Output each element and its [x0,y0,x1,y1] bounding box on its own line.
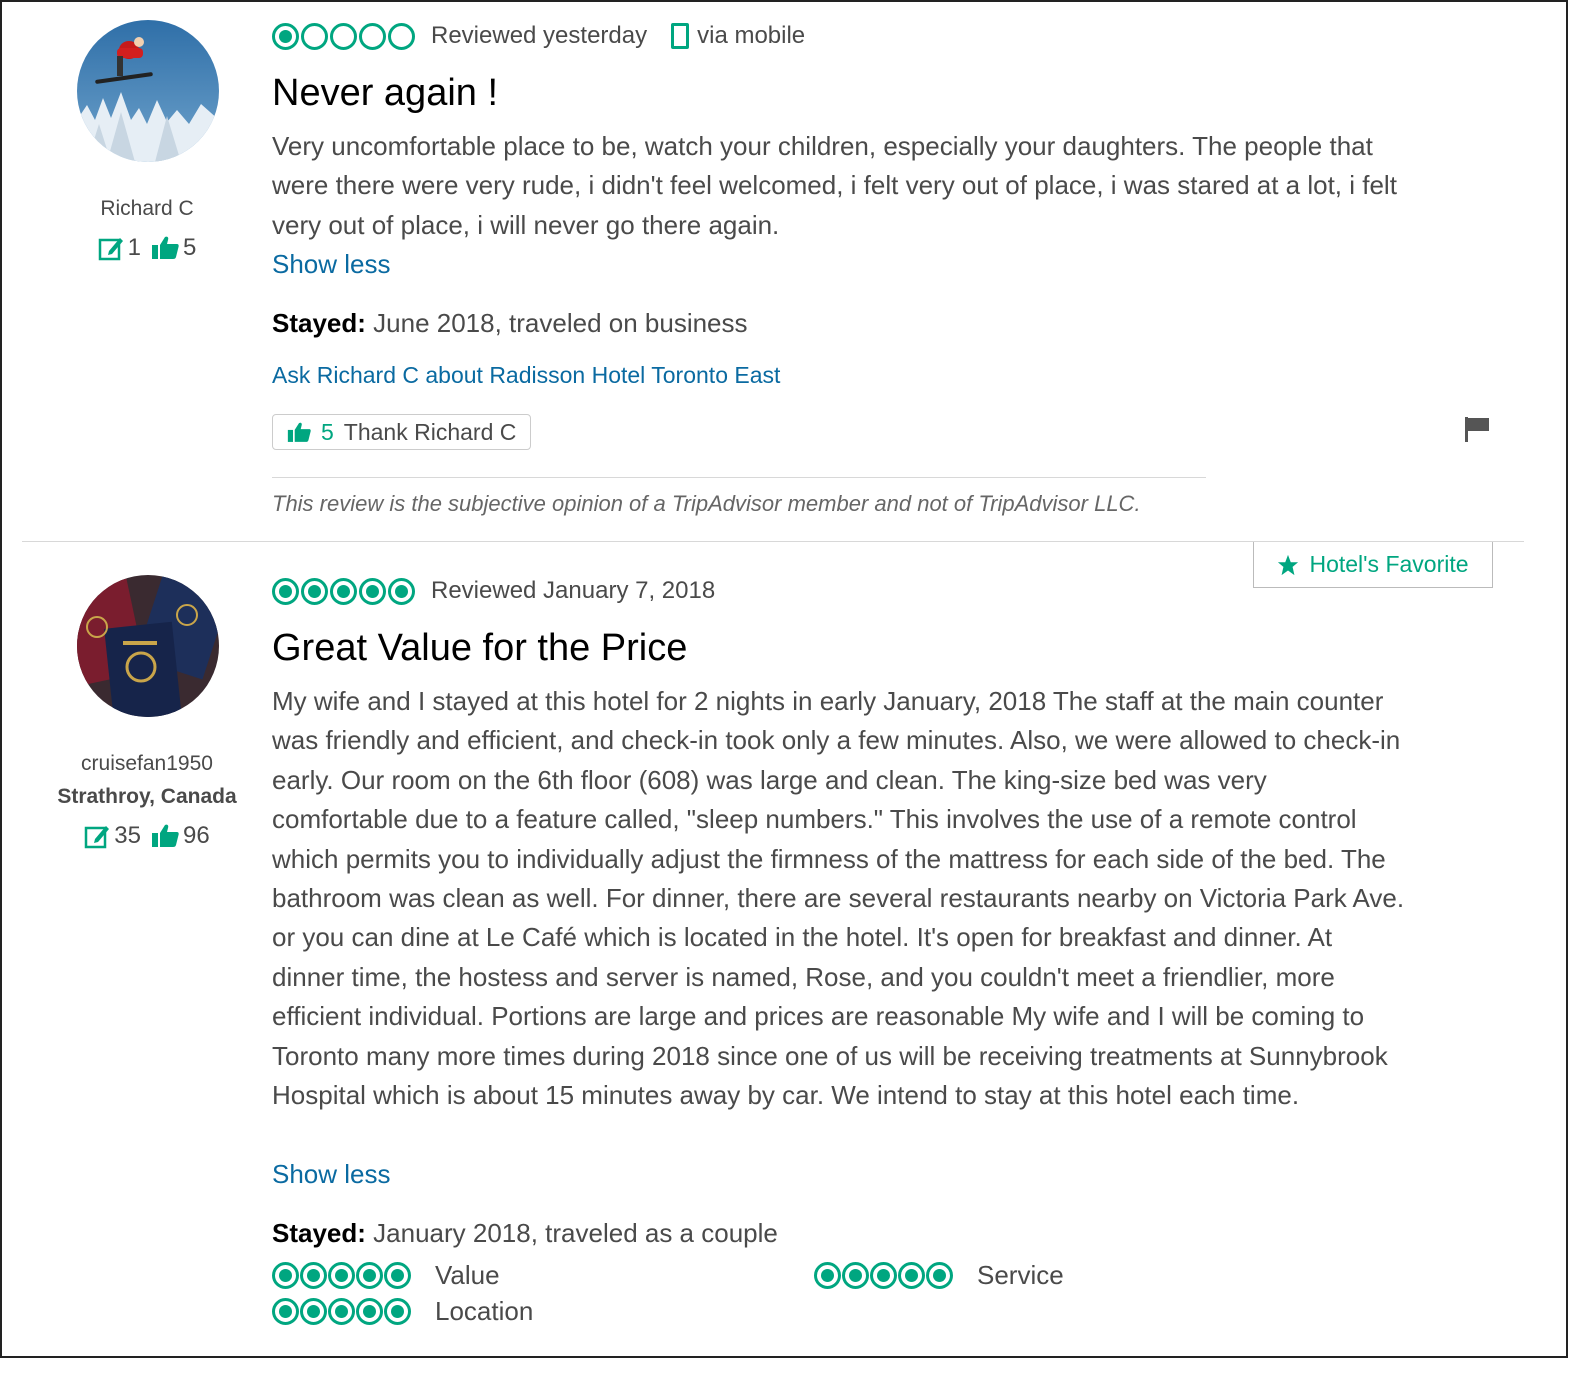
subrating-service: Service [814,1260,1064,1291]
stayed-info: Stayed: January 2018, traveled as a coup… [272,1218,778,1249]
bubble-icon [388,22,415,50]
bubble-icon [330,22,357,50]
bubble-icon [301,22,328,50]
via-mobile-label: via mobile [697,22,806,49]
rating-bubbles [272,577,415,605]
show-less-link[interactable]: Show less [272,1159,391,1190]
mobile-phone-icon [671,23,690,49]
review-body: My wife and I stayed at this hotel for 2… [272,686,1405,1111]
thank-label: Thank Richard C [343,418,517,445]
subrating-label: Value [435,1260,500,1290]
bubble-icon [328,1298,355,1325]
review-count: 35 [114,822,141,849]
bubble-icon [926,1262,953,1289]
thank-count: 5 [321,418,334,445]
rating-bubbles [814,1262,953,1289]
bubble-icon [814,1262,841,1289]
bubble-icon [388,577,415,605]
review-card: Richard C 1 5 Reviewed yesterday via mob… [2,2,1566,542]
username[interactable]: cruisefan1950 [22,752,272,776]
rating-row: Reviewed January 7, 2018 [272,577,715,605]
review-date: Reviewed January 7, 2018 [431,577,716,604]
subrating-location: Location [272,1296,533,1327]
stayed-label: Stayed: [272,308,366,338]
rating-bubbles [272,22,415,50]
bubble-icon [301,577,328,605]
hotels-favorite-badge: Hotel's Favorite [1253,542,1493,588]
bubble-icon [898,1262,925,1289]
thumbs-up-icon [287,422,311,442]
review-title[interactable]: Great Value for the Price [272,627,687,670]
bubble-icon [356,1298,383,1325]
review-body: Very uncomfortable place to be, watch yo… [272,131,1397,240]
avatar[interactable] [77,575,219,717]
bubble-icon [328,1262,355,1289]
reviews-panel: Richard C 1 5 Reviewed yesterday via mob… [0,0,1568,1358]
stayed-value: January 2018, traveled as a couple [365,1218,778,1248]
star-icon [1278,554,1299,575]
rating-row: Reviewed yesterday via mobile [272,22,805,50]
subrating-label: Service [977,1260,1064,1290]
bubble-icon [356,1262,383,1289]
bubble-icon [359,577,386,605]
bubble-icon [272,1262,299,1289]
review-date: Reviewed yesterday [431,22,648,49]
bubble-icon [330,577,357,605]
subrating-value: Value [272,1260,500,1291]
bubble-icon [272,1298,299,1325]
stayed-info: Stayed: June 2018, traveled on business [272,308,748,339]
username[interactable]: Richard C [22,197,272,221]
subrating-label: Location [435,1296,534,1326]
user-location: Strathroy, Canada [57,785,237,808]
bubble-icon [272,22,299,50]
thumbs-up-icon [152,236,179,259]
avatar[interactable] [77,20,219,162]
bubble-icon [384,1262,411,1289]
bubble-icon [300,1262,327,1289]
review-disclaimer: This review is the subjective opinion of… [272,491,1141,516]
review-count-icon [98,238,123,261]
rating-bubbles [272,1262,411,1289]
bubble-icon [359,22,386,50]
thumbs-up-icon [152,824,179,847]
bubble-icon [272,577,299,605]
via-mobile: via mobile [671,22,805,50]
review-title[interactable]: Never again ! [272,72,498,115]
rating-bubbles [272,1298,411,1325]
review-count: 1 [127,234,141,261]
review-count-icon [85,826,110,849]
badge-label: Hotel's Favorite [1309,551,1469,577]
stayed-label: Stayed: [272,1218,366,1248]
ask-reviewer-link[interactable]: Ask Richard C about Radisson Hotel Toron… [272,362,780,389]
helpful-count: 96 [183,822,210,849]
user-stats: 35 96 [22,822,272,850]
helpful-count: 5 [183,234,197,261]
user-stats: 1 5 [22,234,272,262]
bubble-icon [300,1298,327,1325]
thank-button[interactable]: 5 Thank Richard C [272,414,532,450]
stayed-value: June 2018, traveled on business [365,308,748,338]
bubble-icon [870,1262,897,1289]
bubble-icon [384,1298,411,1325]
divider [272,477,1206,478]
review-card: Hotel's Favorite cruisefan1950 Strathroy… [2,542,1566,1356]
flag-icon[interactable] [1464,416,1490,447]
show-less-link[interactable]: Show less [272,249,391,280]
bubble-icon [842,1262,869,1289]
